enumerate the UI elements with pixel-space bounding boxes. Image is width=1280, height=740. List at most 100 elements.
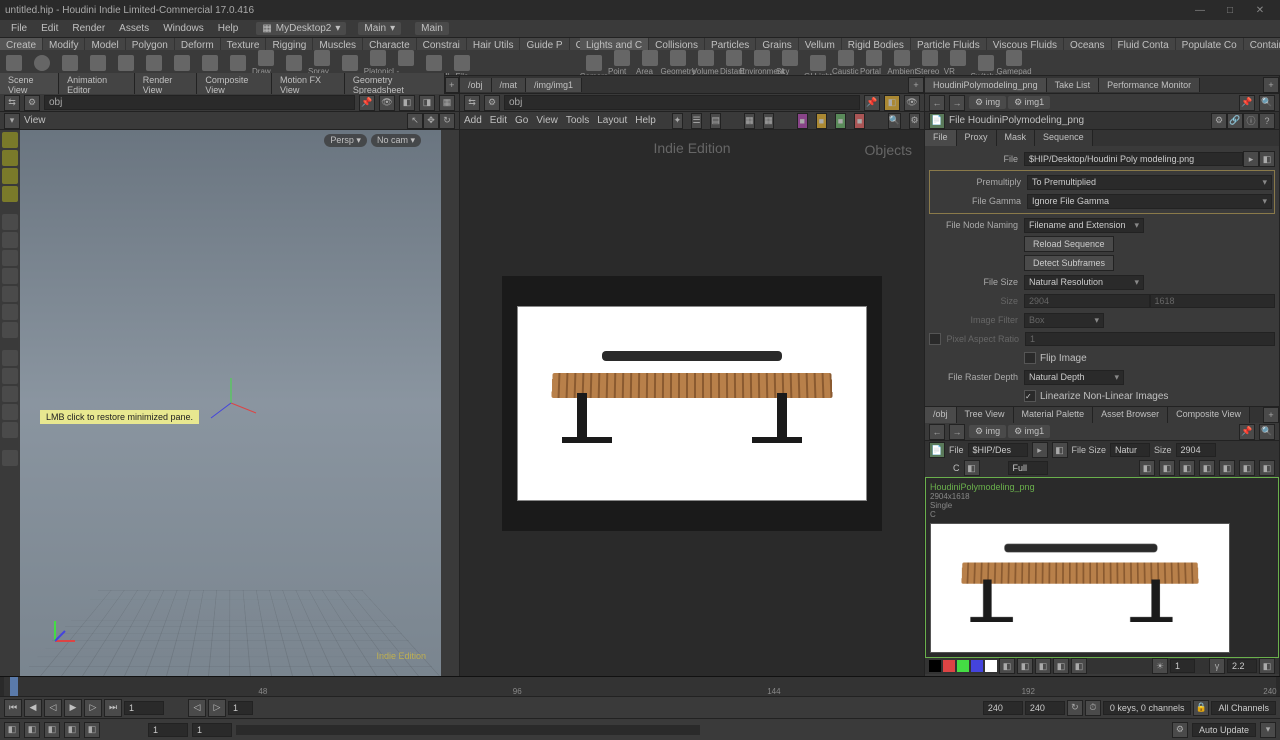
rotate-tool[interactable] [2, 168, 18, 184]
first-frame-button[interactable]: ⏮ [4, 699, 22, 717]
snap4-tool[interactable] [2, 286, 18, 302]
prev-frame-button[interactable]: ◀ [24, 699, 42, 717]
plus-icon[interactable]: + [1263, 407, 1279, 423]
flag-icon[interactable]: ◧ [884, 95, 900, 111]
pin-icon[interactable]: 📌 [1239, 424, 1255, 440]
cc4-icon[interactable]: ◧ [1053, 658, 1069, 674]
keys-info-dropdown[interactable]: 0 keys, 0 channels [1103, 701, 1192, 715]
disp-tool-3[interactable] [2, 386, 18, 402]
ptab-proxy[interactable]: Proxy [957, 130, 997, 146]
disp-tool-5[interactable] [2, 422, 18, 438]
shelf-tab-rigging[interactable]: Rigging [266, 38, 313, 50]
gear-icon[interactable]: ⚙ [24, 95, 40, 111]
brightness-input[interactable] [1170, 659, 1195, 673]
c2-icon[interactable]: ■ [816, 113, 827, 129]
channels-dropdown[interactable]: All Channels [1211, 701, 1276, 715]
range-end-input[interactable] [192, 723, 232, 737]
link-icon[interactable]: 🔗 [1227, 113, 1243, 129]
sb4-icon[interactable]: ◧ [64, 722, 80, 738]
shelf-tab-collisions[interactable]: Collisions [649, 38, 705, 50]
ref-icon[interactable]: ⇆ [4, 95, 20, 111]
menu-tools[interactable]: Tools [566, 115, 589, 126]
b5-icon[interactable]: ◧ [1219, 460, 1235, 476]
menu-layout[interactable]: Layout [597, 115, 627, 126]
flag3-icon[interactable]: ▦ [439, 95, 455, 111]
c1-icon[interactable]: ■ [797, 113, 808, 129]
tool-vrcam[interactable]: VR Camera [944, 50, 972, 76]
menu-edit[interactable]: Edit [35, 21, 64, 36]
flag2-icon[interactable]: ◨ [419, 95, 435, 111]
bc-img[interactable]: ⚙ img [969, 96, 1006, 109]
button-detect[interactable]: Detect Subframes [1024, 255, 1114, 271]
realtime-icon[interactable]: ⏱ [1085, 700, 1101, 716]
plus-icon[interactable]: + [1263, 77, 1279, 93]
list-icon[interactable]: ☰ [691, 113, 702, 129]
pin-icon[interactable]: 📌 [864, 95, 880, 111]
list2-icon[interactable]: ▤ [710, 113, 721, 129]
snap6-tool[interactable] [2, 322, 18, 338]
tab-scene-view[interactable]: Scene View [0, 73, 59, 97]
render-tool[interactable] [2, 450, 18, 466]
tool-caustic[interactable]: Caustic Light [832, 50, 860, 76]
gear-icon[interactable]: ⚙ [1211, 113, 1227, 129]
minimize-button[interactable]: — [1185, 5, 1215, 16]
cook-icon[interactable]: ⚙ [1172, 722, 1188, 738]
move-icon[interactable]: ✥ [423, 113, 439, 129]
handle-tool[interactable] [2, 214, 18, 230]
3d-viewport[interactable]: Persp ▾ No cam ▾ LMB click to restore mi… [20, 130, 441, 676]
sb2-icon[interactable]: ◧ [24, 722, 40, 738]
menu-file[interactable]: File [5, 21, 33, 36]
ttab-obj[interactable]: /obj [925, 407, 957, 423]
menu-assets[interactable]: Assets [113, 21, 155, 36]
gear-icon[interactable]: ⚙ [909, 113, 920, 129]
b6-icon[interactable]: ◧ [1239, 460, 1255, 476]
eye-icon[interactable]: 👁 [379, 95, 395, 111]
cc5-icon[interactable]: ◧ [1071, 658, 1087, 674]
swatch-red[interactable] [943, 660, 955, 672]
pin-icon[interactable]: 📌 [1239, 95, 1255, 111]
pointer-icon[interactable]: ↖ [407, 113, 423, 129]
tab-anim-editor[interactable]: Animation Editor [59, 73, 135, 97]
shelf-tab-constraints[interactable]: Constrai [417, 38, 467, 50]
move-tool[interactable] [2, 150, 18, 166]
plus-icon[interactable]: + [445, 77, 459, 93]
main-selector[interactable]: Main ▾ [358, 22, 401, 35]
shelf-tab-oceans[interactable]: Oceans [1064, 38, 1111, 50]
shelf-tab-container[interactable]: Container Tools [1244, 38, 1280, 50]
tool-ambient[interactable]: Ambient Light [888, 50, 916, 76]
tab-composite[interactable]: Composite View [197, 73, 272, 97]
tab-perfmon[interactable]: Performance Monitor [1099, 78, 1200, 92]
swatch-blue[interactable] [971, 660, 983, 672]
dropdown-premult[interactable]: To Premultiplied [1027, 175, 1272, 190]
pin-icon[interactable]: 📌 [359, 95, 375, 111]
shelf-tab-fluidcont[interactable]: Fluid Conta [1112, 38, 1176, 50]
shelf-tab-vellum[interactable]: Vellum [799, 38, 842, 50]
gamma-input[interactable] [1227, 659, 1257, 673]
fwd-icon[interactable]: → [949, 424, 965, 440]
sb5-icon[interactable]: ◧ [84, 722, 100, 738]
tool-envlight[interactable]: Environment Light [748, 50, 776, 76]
shelf-tab-texture[interactable]: Texture [221, 38, 267, 50]
key-next-button[interactable]: ▷ [208, 699, 226, 717]
search-icon[interactable]: 🔍 [1259, 424, 1275, 440]
persp-dropdown[interactable]: Persp ▾ [324, 134, 367, 147]
swatch-white[interactable] [985, 660, 997, 672]
b2-icon[interactable]: ◧ [1159, 460, 1175, 476]
shelf-tab-viscous[interactable]: Viscous Fluids [987, 38, 1064, 50]
close-button[interactable]: ✕ [1245, 5, 1275, 16]
current-frame-input[interactable] [124, 701, 164, 715]
flag1-icon[interactable]: ◧ [399, 95, 415, 111]
b1-icon[interactable]: ◧ [1139, 460, 1155, 476]
plus-icon[interactable]: + [908, 77, 924, 93]
menu-add[interactable]: Add [464, 115, 482, 126]
desktop-selector[interactable]: ▦ MyDesktop2 ▾ [256, 22, 346, 35]
tool-gilight[interactable]: GI Light [804, 50, 832, 76]
checkbox-linearize[interactable] [1024, 390, 1036, 402]
snap-tool[interactable] [2, 232, 18, 248]
b7-icon[interactable]: ◧ [1259, 460, 1275, 476]
grid1-icon[interactable]: ▦ [744, 113, 755, 129]
menu-help[interactable]: Help [635, 115, 656, 126]
select-tool[interactable] [2, 132, 18, 148]
shelf-tab-muscles[interactable]: Muscles [313, 38, 363, 50]
scale-tool[interactable] [2, 186, 18, 202]
